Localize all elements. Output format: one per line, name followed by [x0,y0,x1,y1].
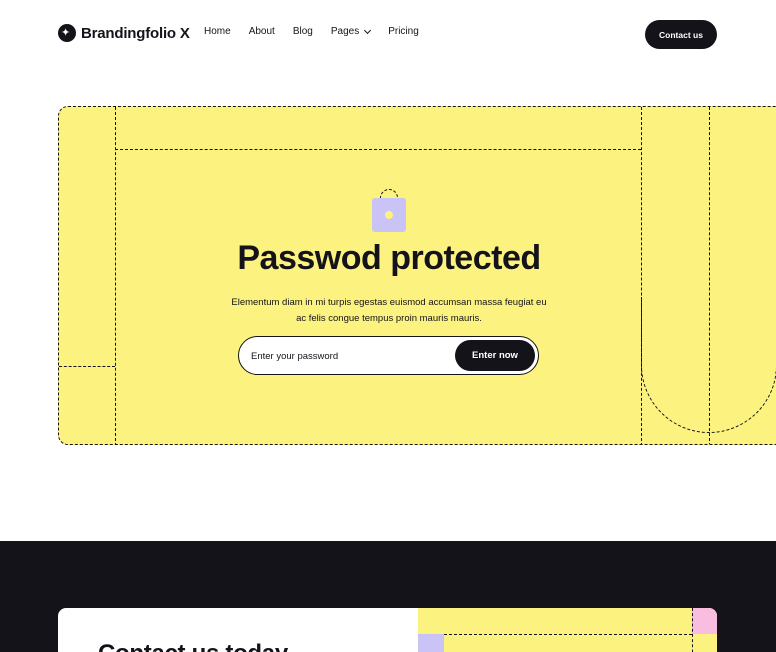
chevron-down-icon [364,26,372,34]
password-card: Passwod protected Elementum diam in mi t… [58,106,776,445]
brand-logo[interactable]: Brandingfolio X [58,24,190,42]
enter-now-button[interactable]: Enter now [455,340,535,371]
decorative-block [692,608,717,634]
nav-about-link[interactable]: About [249,26,275,37]
decorative-block [418,634,444,652]
contact-illustration [418,608,717,652]
contact-card: Contact us today [58,608,717,652]
decorative-arc [641,297,776,433]
contact-us-button[interactable]: Contact us [645,20,717,49]
lock-icon [372,189,406,232]
top-nav: Brandingfolio X Home About Blog Pages Pr… [0,0,776,68]
divider-line [59,366,115,367]
nav-home-link[interactable]: Home [204,26,231,37]
nav-pages-label: Pages [330,26,360,37]
nav-pricing-link[interactable]: Pricing [388,26,419,37]
contact-title: Contact us today [98,640,288,652]
page-title: Passwod protected [237,239,541,277]
password-input[interactable] [251,345,441,367]
sparkle-icon [58,24,76,42]
nav-pages-dropdown[interactable]: Pages [330,26,372,37]
divider-line [692,608,693,652]
nav-blog-link[interactable]: Blog [293,26,313,37]
main-menu: Home About Blog Pages Pricing [204,26,419,37]
page-description: Elementum diam in mi turpis egestas euis… [231,297,547,324]
divider-line [444,634,692,635]
contact-section: Contact us today [0,541,776,652]
brand-name: Brandingfolio X [81,24,190,42]
divider-line [115,149,641,150]
password-form: Enter now [238,336,539,375]
